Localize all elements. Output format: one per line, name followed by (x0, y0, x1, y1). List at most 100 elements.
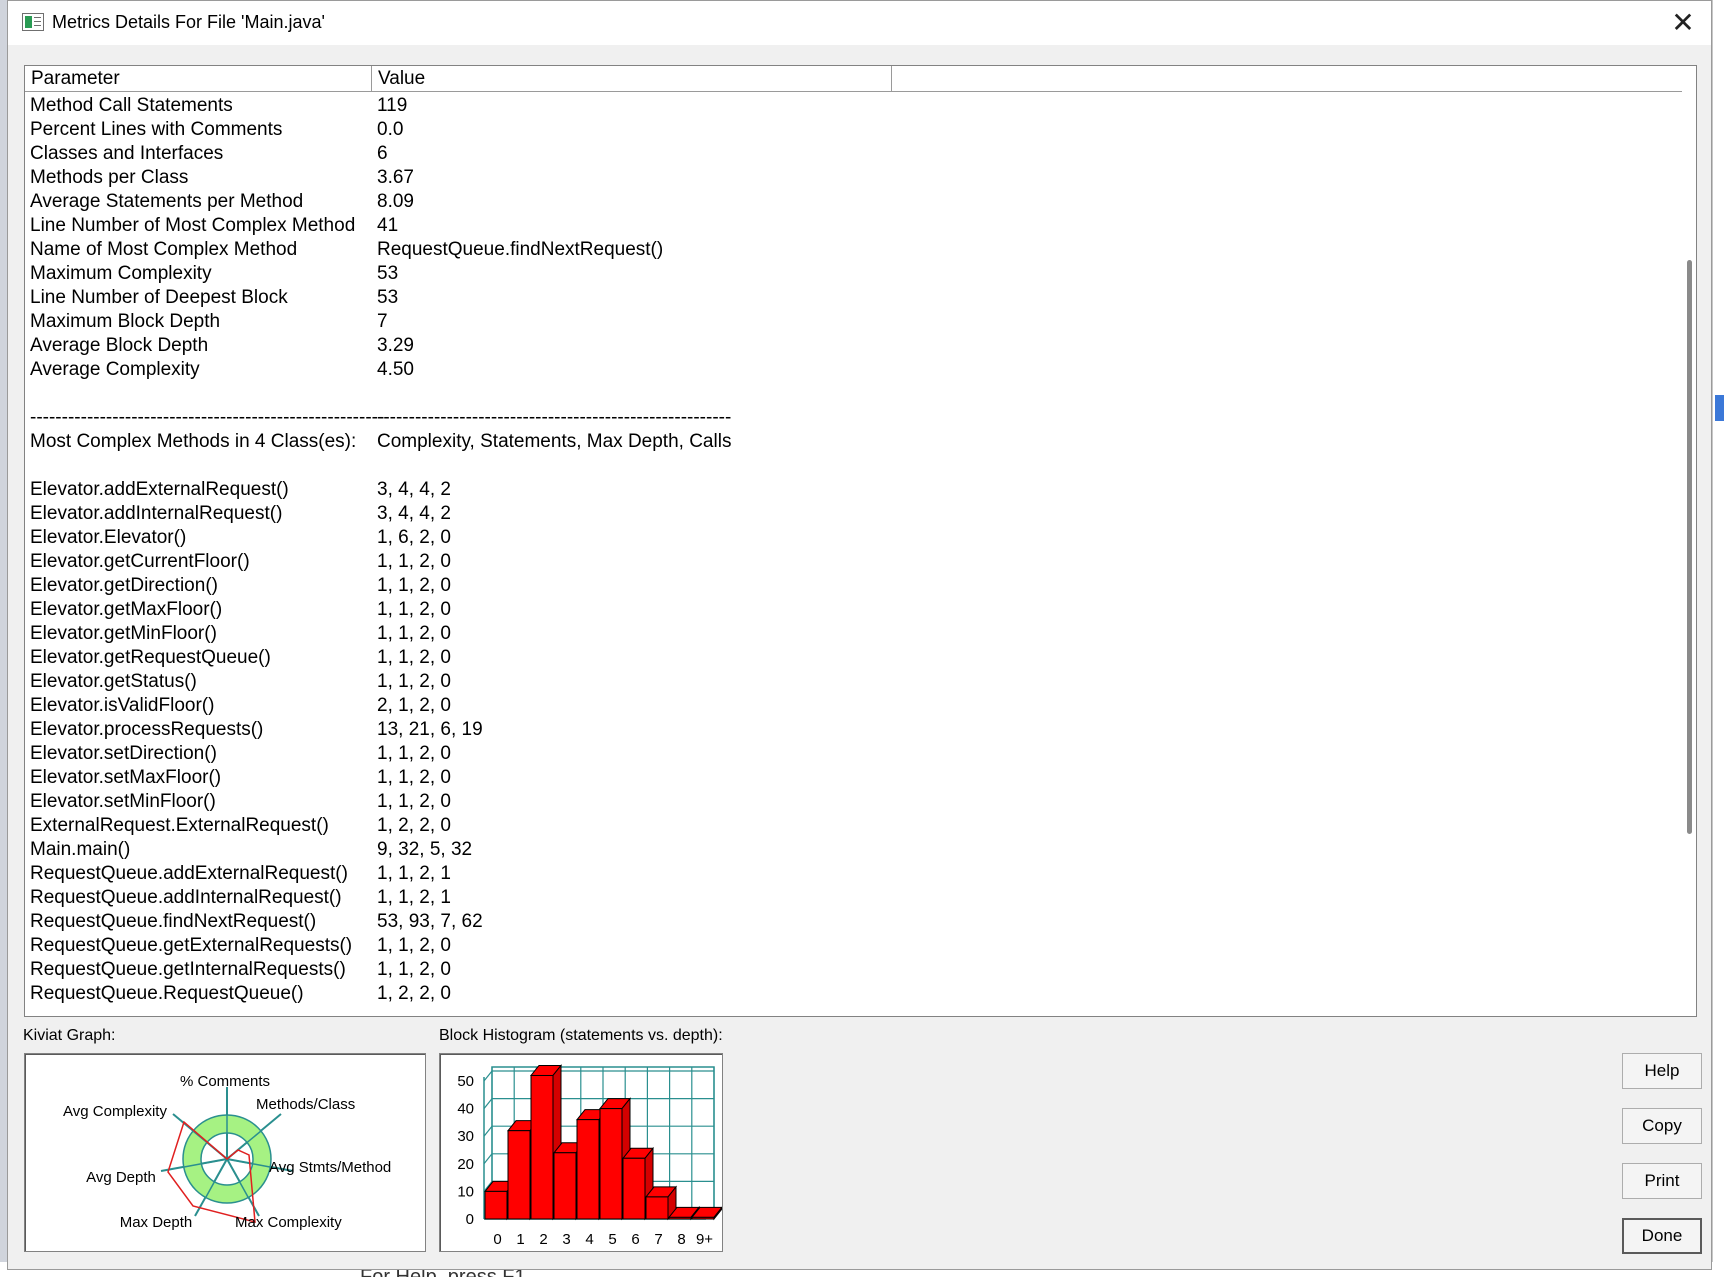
parameter-cell: RequestQueue.getInternalRequests() (30, 959, 346, 980)
app-icon (22, 13, 44, 31)
value-cell: 1, 2, 2, 0 (377, 815, 451, 836)
value-cell: 8.09 (377, 191, 414, 212)
parameter-cell: Elevator.processRequests() (30, 719, 264, 740)
parameter-cell: Elevator.addInternalRequest() (30, 503, 283, 524)
copy-button[interactable]: Copy (1622, 1108, 1702, 1144)
value-cell: 13, 21, 6, 19 (377, 719, 483, 740)
list-item[interactable]: Elevator.getMaxFloor() 1, 1, 2, 0 (25, 598, 1680, 622)
value-cell: 0.0 (377, 119, 404, 140)
list-item[interactable] (25, 382, 1680, 406)
list-item[interactable]: Name of Most Complex Method RequestQueue.… (25, 238, 1680, 262)
parameter-cell: ----------------------------------------… (30, 407, 385, 428)
list-item[interactable]: Methods per Class 3.67 (25, 166, 1680, 190)
kiviat-label: Kiviat Graph: (23, 1027, 116, 1044)
help-button[interactable]: Help (1622, 1053, 1702, 1089)
value-cell: 3.67 (377, 167, 414, 188)
list-item[interactable] (25, 454, 1680, 478)
list-item[interactable]: Elevator.isValidFloor() 2, 1, 2, 0 (25, 694, 1680, 718)
done-button[interactable]: Done (1622, 1218, 1702, 1254)
histogram-y-tick-label: 30 (457, 1128, 474, 1145)
list-item[interactable]: RequestQueue.RequestQueue() 1, 2, 2, 0 (25, 982, 1680, 1006)
histogram-y-tick-label: 20 (457, 1156, 474, 1173)
list-item[interactable]: Elevator.getStatus() 1, 1, 2, 0 (25, 670, 1680, 694)
column-header-empty[interactable] (892, 66, 1682, 92)
list-item[interactable]: Line Number of Deepest Block 53 (25, 286, 1680, 310)
list-item[interactable]: Elevator.setDirection() 1, 1, 2, 0 (25, 742, 1680, 766)
histogram-label: Block Histogram (statements vs. depth): (439, 1027, 723, 1044)
list-item[interactable]: Method Call Statements 119 (25, 94, 1680, 118)
list-item[interactable]: Line Number of Most Complex Method 41 (25, 214, 1680, 238)
list-item[interactable]: ----------------------------------------… (25, 406, 1680, 430)
parameter-cell: Elevator.getRequestQueue() (30, 647, 271, 668)
value-cell: 1, 1, 2, 1 (377, 863, 451, 884)
parameter-cell: Maximum Complexity (30, 263, 212, 284)
kiviat-axis-label-avg-complexity: Avg Complexity (63, 1103, 167, 1120)
list-item[interactable]: RequestQueue.getInternalRequests() 1, 1, … (25, 958, 1680, 982)
list-item[interactable]: Most Complex Methods in 4 Class(es): Comp… (25, 430, 1680, 454)
vertical-scrollbar[interactable] (1682, 92, 1696, 1016)
title-bar[interactable]: Metrics Details For File 'Main.java' ✕ (8, 1, 1711, 45)
value-cell: 1, 1, 2, 0 (377, 647, 451, 668)
value-cell: 3, 4, 4, 2 (377, 479, 451, 500)
list-item[interactable]: Average Statements per Method 8.09 (25, 190, 1680, 214)
value-cell: 1, 6, 2, 0 (377, 527, 451, 548)
kiviat-axis-label-max-complexity: Max Complexity (235, 1214, 342, 1231)
value-cell: 2, 1, 2, 0 (377, 695, 451, 716)
list-item[interactable]: Elevator.setMaxFloor() 1, 1, 2, 0 (25, 766, 1680, 790)
list-item[interactable]: Elevator.getCurrentFloor() 1, 1, 2, 0 (25, 550, 1680, 574)
list-item[interactable]: Elevator.setMinFloor() 1, 1, 2, 0 (25, 790, 1680, 814)
list-item[interactable]: Average Block Depth 3.29 (25, 334, 1680, 358)
parameter-cell: Elevator.isValidFloor() (30, 695, 215, 716)
close-button[interactable]: ✕ (1663, 5, 1703, 41)
parameter-cell: Percent Lines with Comments (30, 119, 283, 140)
list-item[interactable]: Elevator.addExternalRequest() 3, 4, 4, 2 (25, 478, 1680, 502)
column-header-parameter[interactable]: Parameter (25, 66, 372, 92)
parameter-cell: Maximum Block Depth (30, 311, 221, 332)
parameter-cell: Elevator.setMaxFloor() (30, 767, 222, 788)
list-item[interactable]: Main.main() 9, 32, 5, 32 (25, 838, 1680, 862)
list-item[interactable]: Average Complexity 4.50 (25, 358, 1680, 382)
list-item[interactable]: RequestQueue.getExternalRequests() 1, 1, … (25, 934, 1680, 958)
parameter-cell: RequestQueue.RequestQueue() (30, 983, 304, 1004)
list-item[interactable]: Elevator.getMinFloor() 1, 1, 2, 0 (25, 622, 1680, 646)
value-cell: 4.50 (377, 359, 414, 380)
value-cell: 6 (377, 143, 388, 164)
list-item[interactable]: Elevator.getRequestQueue() 1, 1, 2, 0 (25, 646, 1680, 670)
background-selection (1715, 395, 1724, 421)
column-header-value[interactable]: Value (372, 66, 892, 92)
kiviat-axis-label-max-depth: Max Depth (120, 1214, 193, 1231)
list-item[interactable]: Elevator.processRequests() 13, 21, 6, 19 (25, 718, 1680, 742)
block-histogram: 010203040500 1 2 3 4 5 6 7 8 9+ (457, 1064, 724, 1248)
value-cell: 53 (377, 263, 399, 284)
list-item[interactable]: Maximum Complexity 53 (25, 262, 1680, 286)
value-cell: 1, 1, 2, 1 (377, 887, 451, 908)
parameter-cell: Elevator.setDirection() (30, 743, 217, 764)
parameter-cell: Methods per Class (30, 167, 189, 188)
list-item[interactable]: Maximum Block Depth 7 (25, 310, 1680, 334)
list-item[interactable]: Elevator.getDirection() 1, 1, 2, 0 (25, 574, 1680, 598)
list-item[interactable]: Elevator.Elevator() 1, 6, 2, 0 (25, 526, 1680, 550)
metrics-list[interactable]: Parameter Value Method Call Statements 11… (24, 65, 1697, 1017)
list-item[interactable]: RequestQueue.addExternalRequest() 1, 1, 2… (25, 862, 1680, 886)
window-title: Metrics Details For File 'Main.java' (52, 12, 325, 32)
value-cell: 3.29 (377, 335, 414, 356)
list-item[interactable]: Classes and Interfaces 6 (25, 142, 1680, 166)
histogram-x-tick-label: 4 (585, 1231, 593, 1248)
parameter-cell: Elevator.Elevator() (30, 527, 187, 548)
value-cell: 1, 1, 2, 0 (377, 623, 451, 644)
value-cell: 1, 1, 2, 0 (377, 935, 451, 956)
value-cell: 53 (377, 287, 399, 308)
list-item[interactable]: RequestQueue.findNextRequest() 53, 93, 7,… (25, 910, 1680, 934)
background-window-edge (0, 0, 7, 1277)
histogram-x-tick-label: 2 (539, 1231, 547, 1248)
list-item[interactable]: Elevator.addInternalRequest() 3, 4, 4, 2 (25, 502, 1680, 526)
print-button[interactable]: Print (1622, 1163, 1702, 1199)
histogram-y-tick-label: 0 (466, 1211, 474, 1228)
parameter-cell: Name of Most Complex Method (30, 239, 298, 260)
parameter-cell: Method Call Statements (30, 95, 233, 116)
list-item[interactable]: RequestQueue.addInternalRequest() 1, 1, 2… (25, 886, 1680, 910)
list-item[interactable]: Percent Lines with Comments 0.0 (25, 118, 1680, 142)
scrollbar-thumb[interactable] (1687, 260, 1692, 834)
list-item[interactable]: ExternalRequest.ExternalRequest() 1, 2, 2… (25, 814, 1680, 838)
histogram-grid-line (483, 1070, 493, 1082)
